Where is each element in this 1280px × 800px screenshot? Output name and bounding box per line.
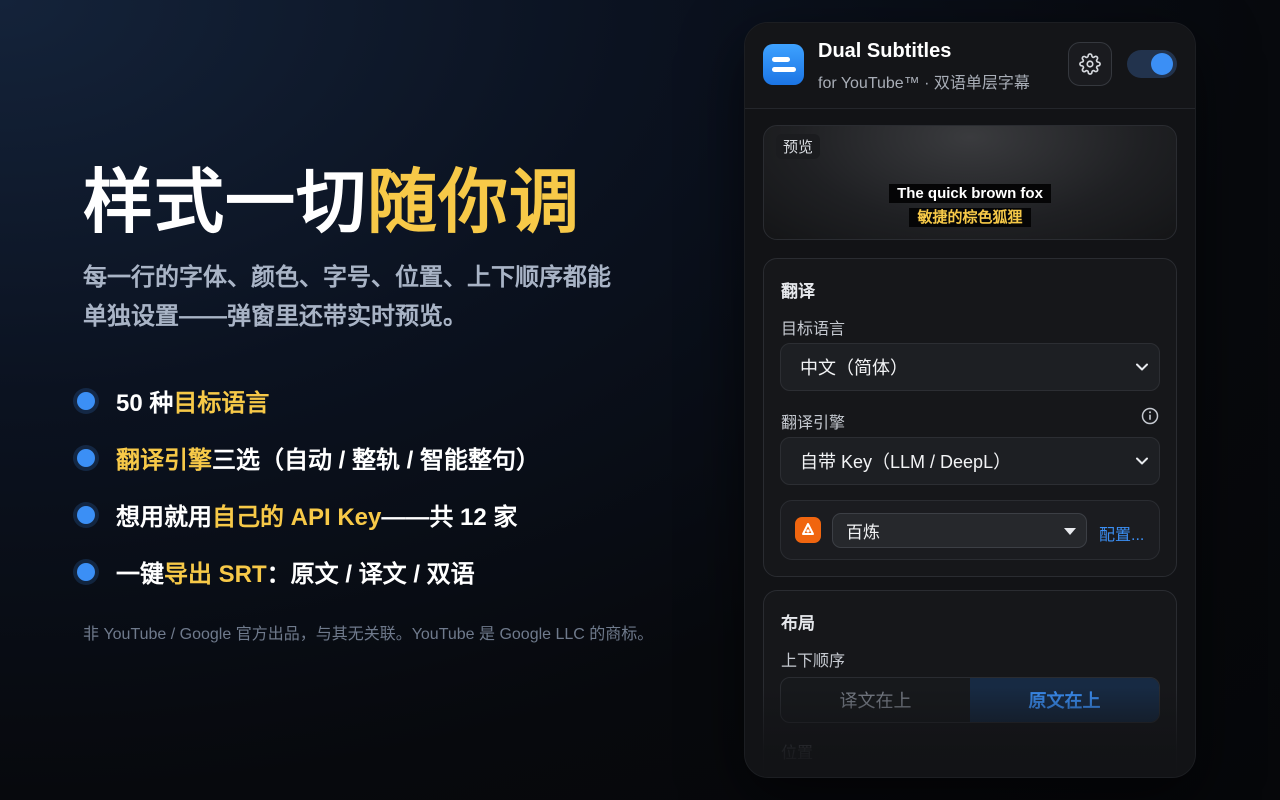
feature-item: 一键 导出 SRT ：原文 / 译文 / 双语 xyxy=(77,543,540,600)
extension-popup: Dual Subtitles for YouTube™ · 双语单层字幕 预览 … xyxy=(744,22,1196,778)
feature-text-highlight: 目标语言 xyxy=(173,390,270,417)
engine-value: 自带 Key（LLM / DeepL） xyxy=(800,452,1012,472)
feature-item: 翻译引擎 三选（自动 / 整轨 / 智能整句） xyxy=(77,429,540,486)
headline-plain: 样式一切 xyxy=(83,163,367,241)
target-language-value: 中文（简体） xyxy=(800,358,908,378)
gear-icon xyxy=(1079,53,1101,75)
app-logo-icon xyxy=(763,44,804,85)
feature-text-highlight: 导出 SRT xyxy=(164,561,267,588)
feature-text-pre: 50 种 xyxy=(116,390,174,417)
target-language-label: 目标语言 xyxy=(781,321,846,338)
headline-highlight: 随你调 xyxy=(367,163,580,241)
chevron-down-icon xyxy=(1136,363,1148,371)
bullet-dot-icon xyxy=(77,448,95,467)
provider-value: 百炼 xyxy=(846,523,880,542)
subheadline-line-1: 每一行的字体、颜色、字号、位置、上下顺序都能 xyxy=(83,264,611,291)
settings-button[interactable] xyxy=(1068,42,1112,86)
app-subtitle: for YouTube™ · 双语单层字幕 xyxy=(818,75,1030,92)
app-title: Dual Subtitles xyxy=(818,40,952,62)
preview-tag: 预览 xyxy=(776,134,821,159)
target-language-select[interactable]: 中文（简体） xyxy=(780,343,1160,391)
order-segmented-control: 译文在上 原文在上 xyxy=(780,677,1160,723)
preview-line-1: The quick brown fox xyxy=(889,184,1051,203)
translation-section-title: 翻译 xyxy=(781,282,815,301)
info-icon[interactable] xyxy=(1141,407,1159,425)
feature-text-post: ——共 12 家 xyxy=(381,504,518,531)
subheadline-line-2: 单独设置——弹窗里还带实时预览。 xyxy=(83,303,467,330)
preview-card: 预览 The quick brown fox 敏捷的棕色狐狸 xyxy=(763,125,1177,240)
disclaimer: 非 YouTube / Google 官方出品，与其无关联。YouTube 是 … xyxy=(83,626,654,643)
feature-text-highlight: 自己的 API Key xyxy=(212,504,382,531)
feature-text-pre: 一键 xyxy=(116,561,164,588)
chevron-down-icon xyxy=(1136,457,1148,465)
bullet-dot-icon xyxy=(77,505,95,524)
provider-row: 百炼 配置... xyxy=(780,500,1160,560)
popup-header: Dual Subtitles for YouTube™ · 双语单层字幕 xyxy=(745,23,1195,109)
provider-select[interactable]: 百炼 xyxy=(832,513,1087,548)
layout-section: 布局 上下顺序 译文在上 原文在上 位置 xyxy=(763,590,1177,777)
preview-subtitle-original: The quick brown fox xyxy=(764,184,1176,203)
feature-text-post: 三选（自动 / 整轨 / 智能整句） xyxy=(212,447,541,474)
dropdown-arrow-icon xyxy=(1064,528,1076,535)
provider-logo-icon xyxy=(795,517,821,543)
feature-item: 想用就用 自己的 API Key ——共 12 家 xyxy=(77,486,540,543)
preview-line-2: 敏捷的棕色狐狸 xyxy=(909,208,1031,227)
position-label: 位置 xyxy=(781,745,814,762)
popup-body[interactable]: 预览 The quick brown fox 敏捷的棕色狐狸 翻译 目标语言 中… xyxy=(745,109,1195,777)
feature-list: 50 种目标语言 翻译引擎 三选（自动 / 整轨 / 智能整句） 想用就用 自己的 … xyxy=(77,372,540,600)
toggle-knob xyxy=(1151,53,1173,75)
layout-section-title: 布局 xyxy=(781,614,815,633)
order-option-translation-top[interactable]: 译文在上 xyxy=(781,678,970,722)
bullet-dot-icon xyxy=(77,391,95,410)
order-option-original-top[interactable]: 原文在上 xyxy=(970,678,1159,722)
feature-text-highlight: 翻译引擎 xyxy=(116,447,212,474)
config-link[interactable]: 配置... xyxy=(1099,521,1144,545)
feature-text-pre: 想用就用 xyxy=(116,504,212,531)
engine-select[interactable]: 自带 Key（LLM / DeepL） xyxy=(780,437,1160,485)
feature-text-post: ：原文 / 译文 / 双语 xyxy=(266,561,475,588)
bullet-dot-icon xyxy=(77,562,95,581)
preview-subtitle-translation: 敏捷的棕色狐狸 xyxy=(764,206,1176,227)
engine-label: 翻译引擎 xyxy=(781,415,846,432)
subheadline: 每一行的字体、颜色、字号、位置、上下顺序都能 单独设置——弹窗里还带实时预览。 xyxy=(83,258,611,336)
order-label: 上下顺序 xyxy=(781,653,846,670)
headline: 样式一切随你调 xyxy=(83,160,580,244)
translation-section: 翻译 目标语言 中文（简体） 翻译引擎 自带 Key（LLM / DeepL） … xyxy=(763,258,1177,577)
enable-toggle[interactable] xyxy=(1127,50,1177,78)
feature-item: 50 种目标语言 xyxy=(77,372,540,429)
